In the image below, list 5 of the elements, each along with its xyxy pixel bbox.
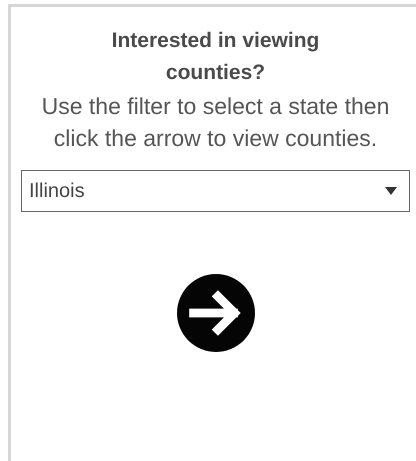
instructions-text: Use the filter to select a state then click the arrow to view counties. bbox=[40, 92, 390, 153]
caret-icon bbox=[385, 187, 397, 195]
state-filter-dropdown[interactable]: Illinois bbox=[21, 170, 410, 212]
arrow-button[interactable] bbox=[176, 274, 254, 352]
heading: Interested in viewing counties? bbox=[110, 28, 320, 86]
